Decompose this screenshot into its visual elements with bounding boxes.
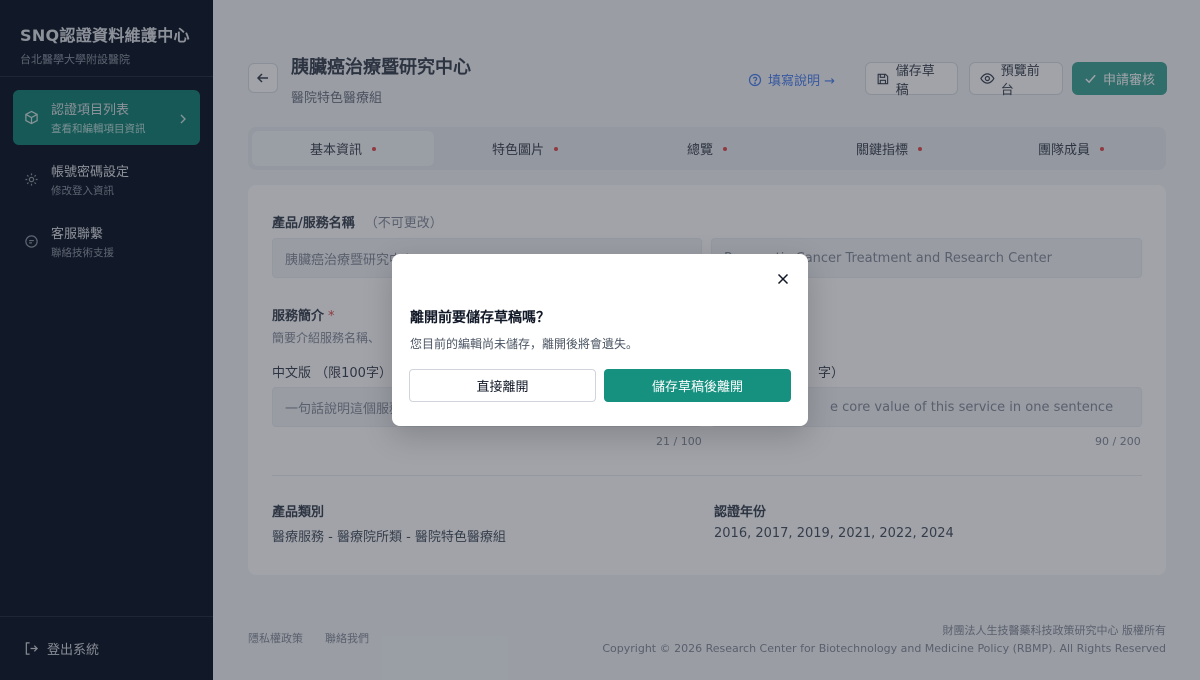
close-button[interactable]: [774, 270, 792, 288]
save-draft-dialog: 離開前要儲存草稿嗎？ 您目前的編輯尚未儲存，離開後將會遺失。 直接離開 儲存草稿…: [392, 254, 808, 426]
dialog-description: 您目前的編輯尚未儲存，離開後將會遺失。: [410, 337, 639, 351]
close-icon: [777, 273, 789, 285]
leave-without-saving-button[interactable]: 直接離開: [409, 369, 596, 402]
save-and-leave-button[interactable]: 儲存草稿後離開: [604, 369, 791, 402]
dialog-title: 離開前要儲存草稿嗎？: [410, 310, 550, 326]
